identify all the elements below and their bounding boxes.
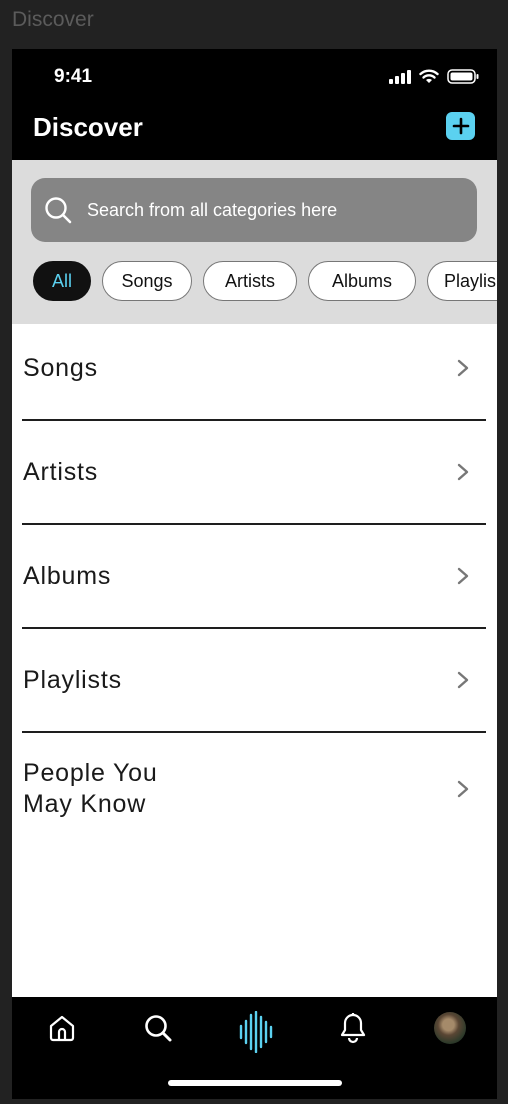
list-item-label-line2: May Know	[23, 790, 147, 818]
list-item-label: Artists	[23, 458, 99, 486]
list-item-people-you-may-know[interactable]: People You May Know	[22, 733, 486, 843]
filter-chips: All Songs Artists Albums Playlis	[33, 261, 497, 301]
chevron-right-icon	[457, 359, 469, 377]
search-input[interactable]: Search from all categories here	[31, 178, 477, 242]
chip-artists[interactable]: Artists	[203, 261, 297, 301]
tab-search[interactable]	[141, 1011, 175, 1045]
chip-all[interactable]: All	[33, 261, 91, 301]
chevron-right-icon	[457, 780, 469, 798]
list-item-label-line1: People You	[23, 759, 158, 787]
plus-icon	[452, 117, 469, 135]
chevron-right-icon	[457, 463, 469, 481]
search-placeholder: Search from all categories here	[87, 200, 338, 220]
status-icons	[389, 69, 479, 84]
chevron-right-icon	[457, 671, 469, 689]
search-icon	[45, 197, 72, 224]
list-item-label: Songs	[23, 354, 98, 382]
phone-screen: 9:41 Discover Search from all categories…	[12, 49, 497, 1099]
chip-songs[interactable]: Songs	[102, 261, 192, 301]
status-bar: 9:41	[12, 49, 497, 105]
list-item-playlists[interactable]: Playlists	[22, 629, 486, 731]
search-area: Search from all categories here All Song…	[12, 160, 497, 324]
status-time: 9:41	[54, 66, 93, 87]
list-item-songs[interactable]: Songs	[22, 324, 486, 420]
list-item-artists[interactable]: Artists	[22, 421, 486, 523]
soundwave-icon	[239, 1011, 273, 1053]
chip-playlists[interactable]: Playlis	[427, 261, 497, 301]
tab-notifications[interactable]	[336, 1011, 370, 1045]
chevron-right-icon	[457, 567, 469, 585]
home-indicator[interactable]	[168, 1080, 342, 1086]
home-icon	[49, 1015, 75, 1042]
tab-discover[interactable]	[238, 1010, 274, 1054]
avatar[interactable]	[434, 1012, 466, 1044]
page-title: Discover	[33, 112, 143, 142]
list-item-label: Playlists	[23, 666, 122, 694]
wifi-icon	[419, 69, 439, 83]
signal-icon	[389, 69, 411, 84]
chip-albums[interactable]: Albums	[308, 261, 416, 301]
list-item-label: Albums	[23, 562, 112, 590]
add-button[interactable]	[446, 112, 475, 140]
bell-icon	[340, 1013, 366, 1044]
nav-header: Discover	[12, 105, 497, 160]
list-item-albums[interactable]: Albums	[22, 525, 486, 627]
list-item-label: People You May Know	[23, 758, 158, 820]
frame-label: Discover	[12, 8, 94, 31]
battery-icon	[447, 69, 479, 84]
tab-bar	[12, 997, 497, 1099]
search-icon	[145, 1015, 172, 1042]
tab-home[interactable]	[45, 1011, 79, 1045]
